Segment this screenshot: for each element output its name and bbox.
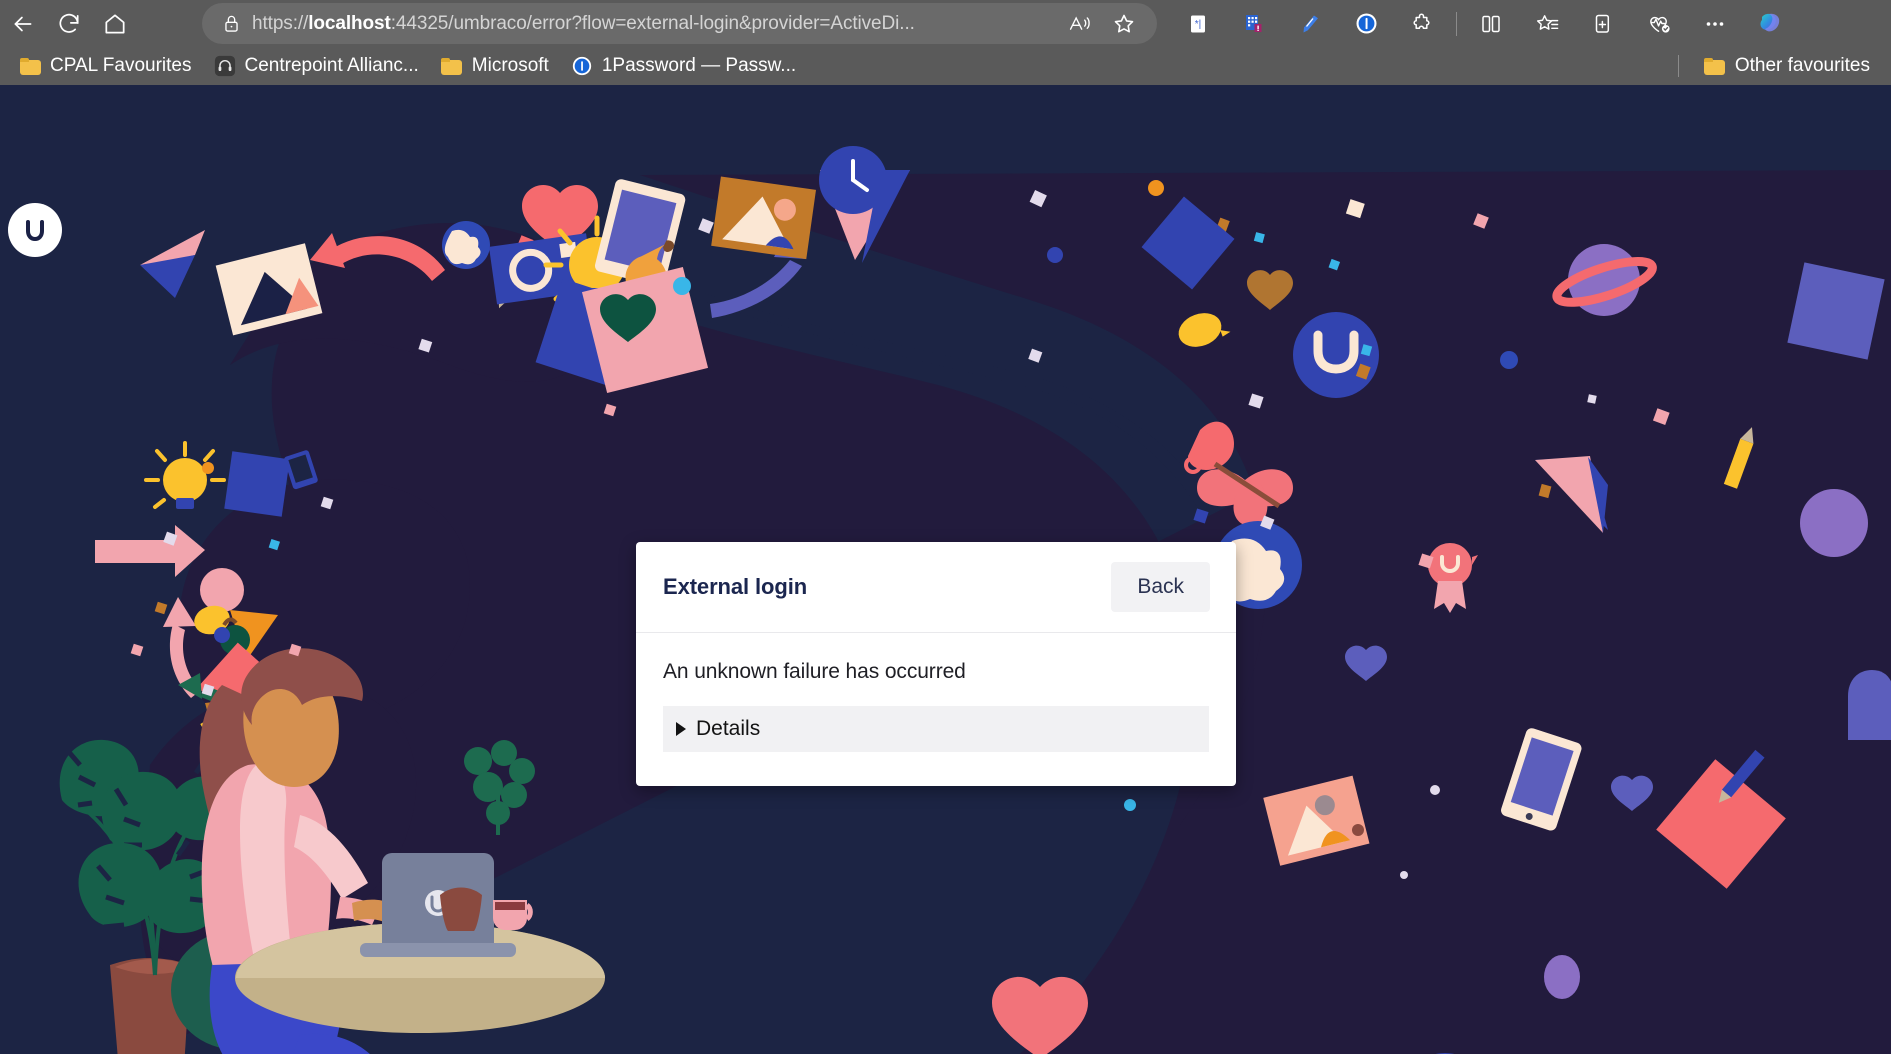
dialog-header: External login Back [636, 542, 1236, 633]
external-login-dialog: External login Back An unknown failure h… [636, 542, 1236, 786]
collections-add-icon[interactable] [1575, 3, 1631, 44]
headset-icon [214, 55, 236, 77]
extension-icons: *| [1170, 3, 1799, 44]
bookmark-1password[interactable]: 1Password — Passw... [560, 52, 807, 80]
browser-toolbar: https://localhost:44325/umbraco/error?fl… [0, 0, 1891, 47]
favorites-icon[interactable] [1519, 3, 1575, 44]
home-button[interactable] [92, 5, 138, 43]
folder-icon [19, 55, 41, 77]
bookmarks-bar: CPAL Favourites Centrepoint Allianc... M… [0, 47, 1891, 85]
svg-text:*|: *| [1195, 19, 1202, 30]
browser-chrome: https://localhost:44325/umbraco/error?fl… [0, 0, 1891, 85]
bookmark-label: CPAL Favourites [50, 55, 192, 76]
url-text: https://localhost:44325/umbraco/error?fl… [252, 12, 915, 34]
other-favourites-label: Other favourites [1734, 55, 1870, 76]
umbraco-error-page: External login Back An unknown failure h… [0, 85, 1891, 1054]
browser-essentials-icon[interactable] [1631, 3, 1687, 44]
onepassword-extension-icon[interactable] [1338, 3, 1394, 44]
office-extension-icon[interactable] [1226, 3, 1282, 44]
refresh-button[interactable] [46, 5, 92, 43]
bookmark-microsoft[interactable]: Microsoft [430, 52, 560, 80]
dialog-body: An unknown failure has occurred Details [636, 633, 1236, 752]
puzzle-extensions-icon[interactable] [1394, 3, 1450, 44]
folder-icon [441, 55, 463, 77]
bookmark-cpal-favourites[interactable]: CPAL Favourites [8, 52, 203, 80]
split-screen-icon[interactable] [1463, 3, 1519, 44]
bookmark-label: Microsoft [471, 55, 549, 76]
url-rest: :44325/umbraco/error?flow=external-login… [390, 12, 915, 34]
dialog-title: External login [663, 574, 808, 599]
details-label: Details [696, 717, 761, 740]
onepassword-icon [571, 55, 593, 77]
error-message: An unknown failure has occurred [663, 660, 966, 683]
read-aloud-icon[interactable] [1063, 7, 1097, 41]
bookmark-label: Centrepoint Allianc... [244, 55, 419, 76]
other-favourites-button[interactable]: Other favourites [1693, 52, 1881, 80]
details-disclosure[interactable]: Details [663, 706, 1209, 752]
address-bar[interactable]: https://localhost:44325/umbraco/error?fl… [202, 3, 1157, 44]
favorite-star-icon[interactable] [1107, 7, 1141, 41]
triangle-right-icon [676, 722, 686, 736]
bookmarks-divider [1677, 55, 1679, 77]
editor-pen-icon[interactable] [1282, 3, 1338, 44]
toolbar-divider [1456, 11, 1457, 36]
folder-icon [1704, 55, 1726, 77]
back-button[interactable]: Back [1111, 562, 1210, 612]
back-button[interactable] [0, 5, 46, 43]
url-host: localhost [308, 12, 391, 34]
copilot-icon[interactable] [1743, 3, 1799, 44]
other-favourites-group: Other favourites [1677, 47, 1881, 85]
umbraco-logo [8, 203, 62, 257]
bookmark-centrepoint-alliance[interactable]: Centrepoint Allianc... [203, 52, 430, 80]
umbraco-u-icon [26, 220, 44, 242]
settings-and-more-icon[interactable] [1687, 3, 1743, 44]
collections-extension-icon[interactable]: *| [1170, 3, 1226, 44]
lock-icon [214, 14, 248, 33]
bookmark-label: 1Password — Passw... [601, 55, 797, 76]
